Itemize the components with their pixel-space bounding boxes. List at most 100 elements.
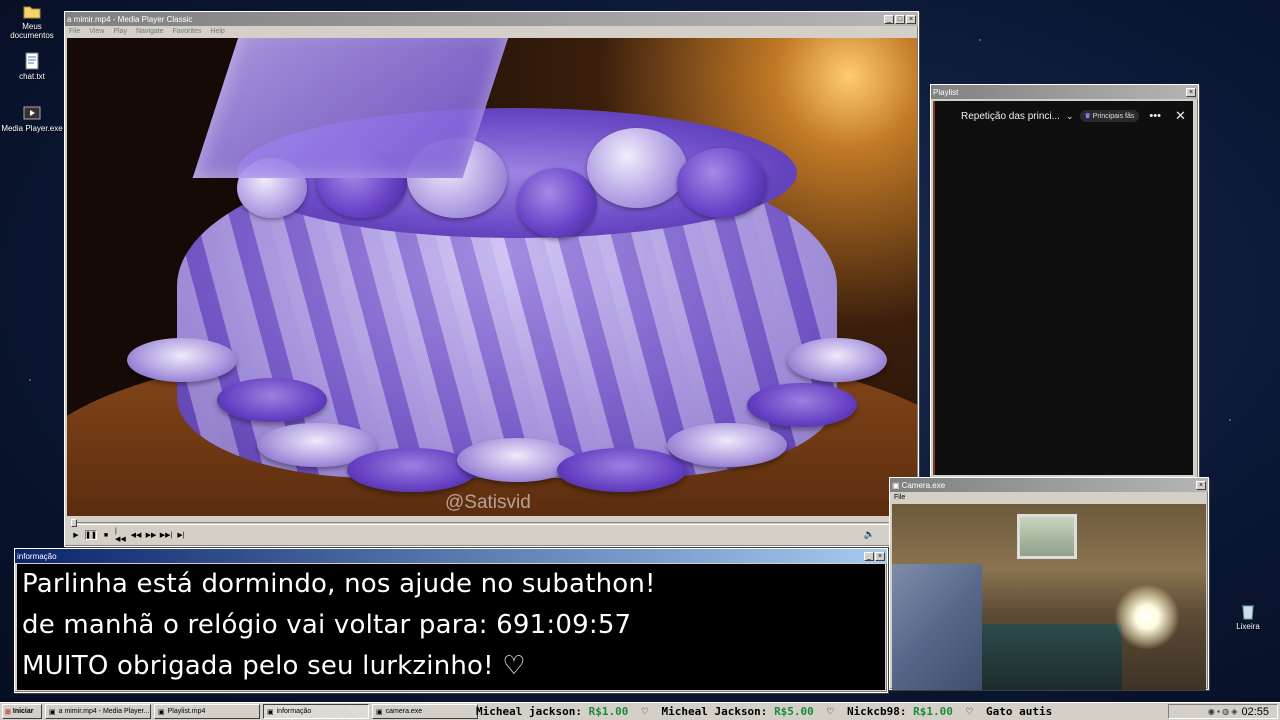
video-frosting xyxy=(217,378,327,422)
taskbar-item-playlist[interactable]: ▣ Playlist.mp4 xyxy=(154,704,260,719)
video-frosting xyxy=(557,448,687,492)
video-knife xyxy=(192,38,512,178)
ticker-entry: Micheal Jackson: R$5.00 xyxy=(661,705,813,718)
skip-back-icon[interactable]: |◀◀ xyxy=(115,528,127,543)
desktop-icon-media-player[interactable]: Media Player.exe xyxy=(0,104,64,133)
taskbar-item-label: informação xyxy=(276,708,312,715)
playlist-titlebar[interactable]: Playlist × xyxy=(931,85,1198,99)
stop-icon[interactable]: ■ xyxy=(100,530,112,540)
camera-app-icon: ▣ xyxy=(376,708,383,716)
menu-navigate[interactable]: Navigate xyxy=(136,28,164,35)
media-player-titlebar[interactable]: a mimir.mp4 - Media Player Classic _ □ × xyxy=(65,12,918,26)
window-title: Playlist xyxy=(933,87,959,97)
fast-forward-icon[interactable]: ▶▶ xyxy=(145,530,157,540)
minimize-button[interactable]: _ xyxy=(884,14,894,24)
playlist-header-title[interactable]: Repetição das princi... xyxy=(961,111,1060,122)
text-file-icon xyxy=(25,52,39,70)
video-rose xyxy=(517,168,597,238)
ticker-entry: Micheal jackson: R$1.00 xyxy=(476,705,628,718)
start-label: Iniciar xyxy=(12,708,34,715)
video-frosting xyxy=(667,423,787,467)
window-icon: ▣ xyxy=(267,708,274,716)
pause-icon[interactable]: ❚❚ xyxy=(85,530,97,540)
desktop-icon-chat-txt[interactable]: chat.txt xyxy=(0,52,64,81)
taskbar-item-info[interactable]: ▣ informação xyxy=(263,704,369,719)
menu-file[interactable]: File xyxy=(894,494,905,501)
window-title: a mimir.mp4 - Media Player Classic xyxy=(67,14,193,24)
menu-play[interactable]: Play xyxy=(113,28,127,35)
media-player-menubar: File View Play Navigate Favorites Help xyxy=(65,26,918,37)
media-player-window: a mimir.mp4 - Media Player Classic _ □ ×… xyxy=(64,11,919,547)
camera-feed xyxy=(892,504,1206,690)
video-frame[interactable]: @Satisvid xyxy=(67,38,917,516)
chevron-down-icon[interactable]: ⌄ xyxy=(1066,111,1074,122)
camera-titlebar[interactable]: ▣ Camera.exe × xyxy=(890,478,1208,492)
volume-icon[interactable]: 🔈 xyxy=(864,529,875,540)
video-watermark: @Satisvid xyxy=(445,492,531,513)
menu-file[interactable]: File xyxy=(69,28,80,35)
maximize-button[interactable]: □ xyxy=(895,14,905,24)
minimize-button[interactable]: _ xyxy=(864,551,874,561)
info-window: informação _ × Parlinha está dormindo, n… xyxy=(14,548,888,693)
ticker-amount: R$1.00 xyxy=(913,705,953,718)
start-button[interactable]: ⊞ Iniciar xyxy=(2,704,42,719)
heart-icon: ♡ xyxy=(959,705,987,718)
media-player-icon: ▣ xyxy=(158,708,165,716)
tray-icons[interactable]: ◉ ▪ ◍ ◈ xyxy=(1208,707,1238,716)
playlist-window: Playlist × Repetição das princi... ⌄ ♛ P… xyxy=(930,84,1199,480)
top-fans-label: Principais fãs xyxy=(1092,113,1135,120)
camera-lamp-glow xyxy=(1114,584,1180,650)
ticker-entry: Gato autis xyxy=(986,705,1052,718)
seek-groove xyxy=(71,522,913,525)
window-title: informação xyxy=(17,551,57,561)
close-button[interactable]: × xyxy=(875,551,885,561)
donation-ticker: Micheal jackson: R$1.00 ♡ Micheal Jackso… xyxy=(476,703,1168,720)
taskbar-item-label: camera.exe xyxy=(385,708,423,715)
video-rose xyxy=(587,128,687,208)
window-title: Camera.exe xyxy=(901,480,946,490)
camera-bed xyxy=(892,564,982,690)
desktop-icon-label: Meus documentos xyxy=(10,22,54,40)
info-line: MUITO obrigada pelo seu lurkzinho! ♡ xyxy=(22,651,526,681)
desktop-icon-recycle-bin[interactable]: Lixeira xyxy=(1216,602,1280,631)
rewind-icon[interactable]: ◀◀ xyxy=(130,530,142,540)
taskbar-item-media-player[interactable]: ▣ a mimir.mp4 - Media Player... xyxy=(45,704,151,719)
seek-thumb[interactable] xyxy=(71,519,77,527)
info-text-area: Parlinha está dormindo, nos ajude no sub… xyxy=(17,564,885,690)
video-frosting xyxy=(787,338,887,382)
camera-app-icon: ▣ xyxy=(892,480,900,490)
playlist-panel: Repetição das princi... ⌄ ♛ Principais f… xyxy=(933,101,1193,475)
close-icon[interactable]: ✕ xyxy=(1175,108,1186,124)
desktop-icon-my-documents[interactable]: Meus documentos xyxy=(0,2,64,40)
folder-icon xyxy=(23,6,41,19)
ticker-donor: Gato autis xyxy=(986,705,1053,718)
more-options-icon[interactable]: ••• xyxy=(1149,110,1161,122)
skip-forward-icon[interactable]: ▶▶| xyxy=(160,530,173,540)
media-player-icon: ▣ xyxy=(49,708,56,716)
ticker-amount: R$1.00 xyxy=(588,705,629,718)
top-fans-badge[interactable]: ♛ Principais fãs xyxy=(1079,110,1140,122)
menu-favorites[interactable]: Favorites xyxy=(173,28,202,35)
frame-step-icon[interactable]: ▶| xyxy=(175,530,187,540)
ticker-donor: Micheal Jackson: xyxy=(661,705,768,718)
recycle-bin-icon xyxy=(1242,605,1254,620)
playback-controls: ▶ ❚❚ ■ |◀◀ ◀◀ ▶▶ ▶▶| ▶| 🔈 xyxy=(67,528,917,543)
info-line: de manhã o relógio vai voltar para: 691:… xyxy=(22,610,632,640)
play-icon[interactable]: ▶ xyxy=(70,530,82,540)
menu-view[interactable]: View xyxy=(89,28,104,35)
taskbar-item-camera[interactable]: ▣ camera.exe xyxy=(372,704,478,719)
media-player-icon xyxy=(23,106,41,120)
desktop-icon-label: Media Player.exe xyxy=(1,124,63,133)
close-button[interactable]: × xyxy=(906,14,916,24)
menu-help[interactable]: Help xyxy=(210,28,224,35)
info-line: Parlinha está dormindo, nos ajude no sub… xyxy=(22,569,656,599)
close-button[interactable]: × xyxy=(1196,480,1206,490)
clock[interactable]: 02:55 xyxy=(1241,706,1269,718)
ticker-donor: Micheal jackson: xyxy=(476,705,582,718)
seek-bar[interactable] xyxy=(67,518,917,528)
camera-menubar: File xyxy=(890,492,1208,503)
video-rose xyxy=(677,148,767,218)
info-titlebar[interactable]: informação _ × xyxy=(15,549,887,563)
close-button[interactable]: × xyxy=(1186,87,1196,97)
ticker-entry: Nickcb98: R$1.00 xyxy=(847,705,953,718)
